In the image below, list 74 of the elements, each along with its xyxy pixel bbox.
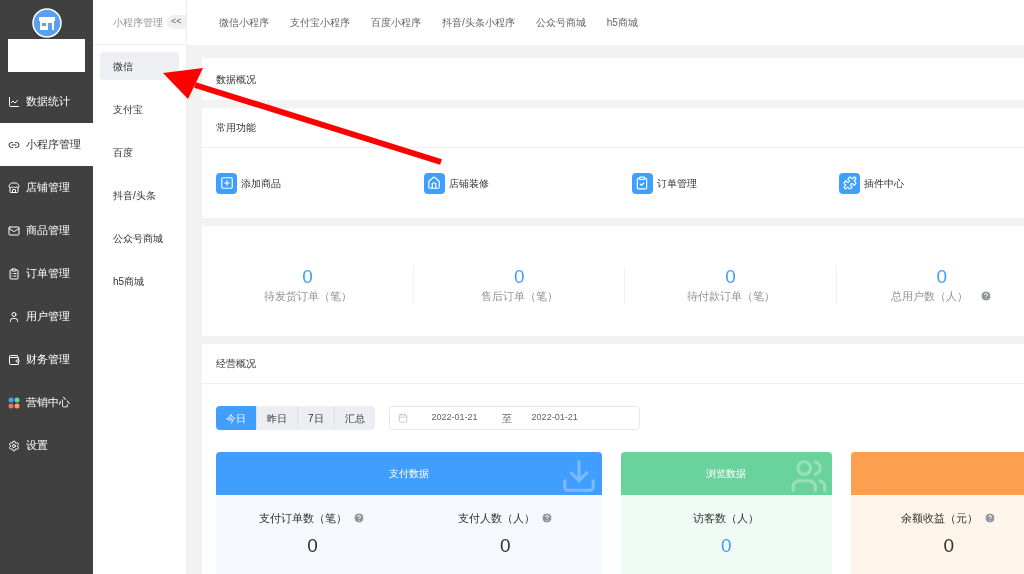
sidebar-item[interactable]: 营销中心: [0, 381, 93, 424]
stat-value: 0: [302, 265, 313, 288]
data-card-title: 支付数据: [388, 467, 429, 481]
help-icon[interactable]: [540, 512, 553, 525]
help-icon[interactable]: [984, 512, 997, 525]
date-separator: 至: [501, 411, 512, 426]
card-title: 数据概况: [216, 72, 256, 87]
sidebar-item[interactable]: 店铺管理: [0, 166, 93, 209]
metric-label: 支付订单数（笔）: [259, 511, 348, 526]
metric-value: 0: [720, 533, 732, 558]
users-icon: [789, 457, 828, 495]
sidebar-item[interactable]: 数据统计: [0, 80, 93, 123]
metric-value: 0: [943, 533, 955, 558]
card-title: 经营概况: [216, 357, 256, 371]
wallet-icon: [8, 353, 20, 366]
metric-label: 余额收益（元）: [901, 511, 979, 526]
clipboard-icon: [631, 172, 653, 194]
subnav-item[interactable]: 抖音/头条: [100, 181, 179, 209]
top-tab[interactable]: 公众号商城: [535, 15, 586, 30]
stat-value: 0: [725, 265, 736, 288]
function-link[interactable]: 订单管理: [631, 172, 840, 194]
sidebar-item[interactable]: 小程序管理: [0, 123, 93, 166]
collapse-button[interactable]: <<: [167, 15, 186, 29]
puzzle-icon: [839, 172, 861, 194]
date-range-field[interactable]: 2022-01-21 至 2022-01-21: [388, 406, 640, 430]
stat-label: 总用户数（人）: [891, 288, 969, 304]
dots-icon: [8, 396, 20, 409]
metric-label: 支付人数（人）: [457, 511, 535, 526]
function-link[interactable]: 店铺装修: [423, 172, 632, 194]
stat-value: 0: [936, 265, 948, 288]
subnav-title: 小程序管理: [113, 15, 163, 30]
mail-icon: [8, 224, 20, 237]
store-logo-icon: [31, 8, 62, 38]
top-tab[interactable]: 支付宝小程序: [290, 15, 350, 30]
store-icon: [8, 181, 20, 194]
settings-icon: [8, 439, 20, 452]
house-icon: [423, 172, 445, 194]
metric-label: 访客数（人）: [693, 511, 760, 526]
top-tab[interactable]: h5商城: [606, 15, 638, 30]
top-tab[interactable]: 微信小程序: [219, 15, 269, 30]
end-date: 2022-01-21: [531, 411, 578, 425]
start-date: 2022-01-21: [431, 411, 478, 425]
metric-value: 0: [307, 533, 318, 558]
clipboard-icon: [8, 267, 20, 280]
medkit-icon: [216, 172, 237, 194]
metric-value: 0: [500, 533, 511, 558]
user-icon: [8, 310, 20, 323]
range-tab[interactable]: 昨日: [256, 406, 297, 430]
top-tab[interactable]: 百度小程序: [371, 15, 421, 30]
calendar-icon: [397, 413, 408, 423]
function-link[interactable]: 插件中心: [839, 172, 1024, 194]
stat-label: 待付款订单（笔）: [686, 288, 775, 304]
subnav-item[interactable]: 支付宝: [100, 95, 179, 123]
data-card-title: 浏览数据: [706, 467, 747, 481]
sidebar-item[interactable]: 设置: [0, 424, 93, 467]
sidebar-item[interactable]: 商品管理: [0, 209, 93, 252]
card-title: 常用功能: [216, 121, 256, 135]
stat-label: 待发货订单（笔）: [263, 288, 352, 304]
subnav-item[interactable]: 百度: [100, 138, 179, 166]
help-icon[interactable]: [353, 512, 366, 525]
range-tab[interactable]: 汇总: [333, 406, 375, 430]
chart-icon: [8, 95, 20, 108]
subnav-item[interactable]: 公众号商城: [100, 224, 179, 252]
range-tab[interactable]: 7日: [297, 406, 334, 430]
sidebar-item[interactable]: 用户管理: [0, 295, 93, 338]
subnav-item[interactable]: h5商城: [100, 267, 179, 295]
function-link[interactable]: 添加商品: [216, 172, 424, 194]
stat-label: 售后订单（笔）: [480, 288, 558, 304]
top-tab[interactable]: 抖音/头条小程序: [442, 15, 515, 30]
subnav-item[interactable]: 微信: [100, 52, 179, 80]
sidebar-item[interactable]: 财务管理: [0, 338, 93, 381]
sidebar-item[interactable]: 订单管理: [0, 252, 93, 295]
stat-value: 0: [514, 265, 525, 288]
help-icon[interactable]: [980, 290, 993, 302]
